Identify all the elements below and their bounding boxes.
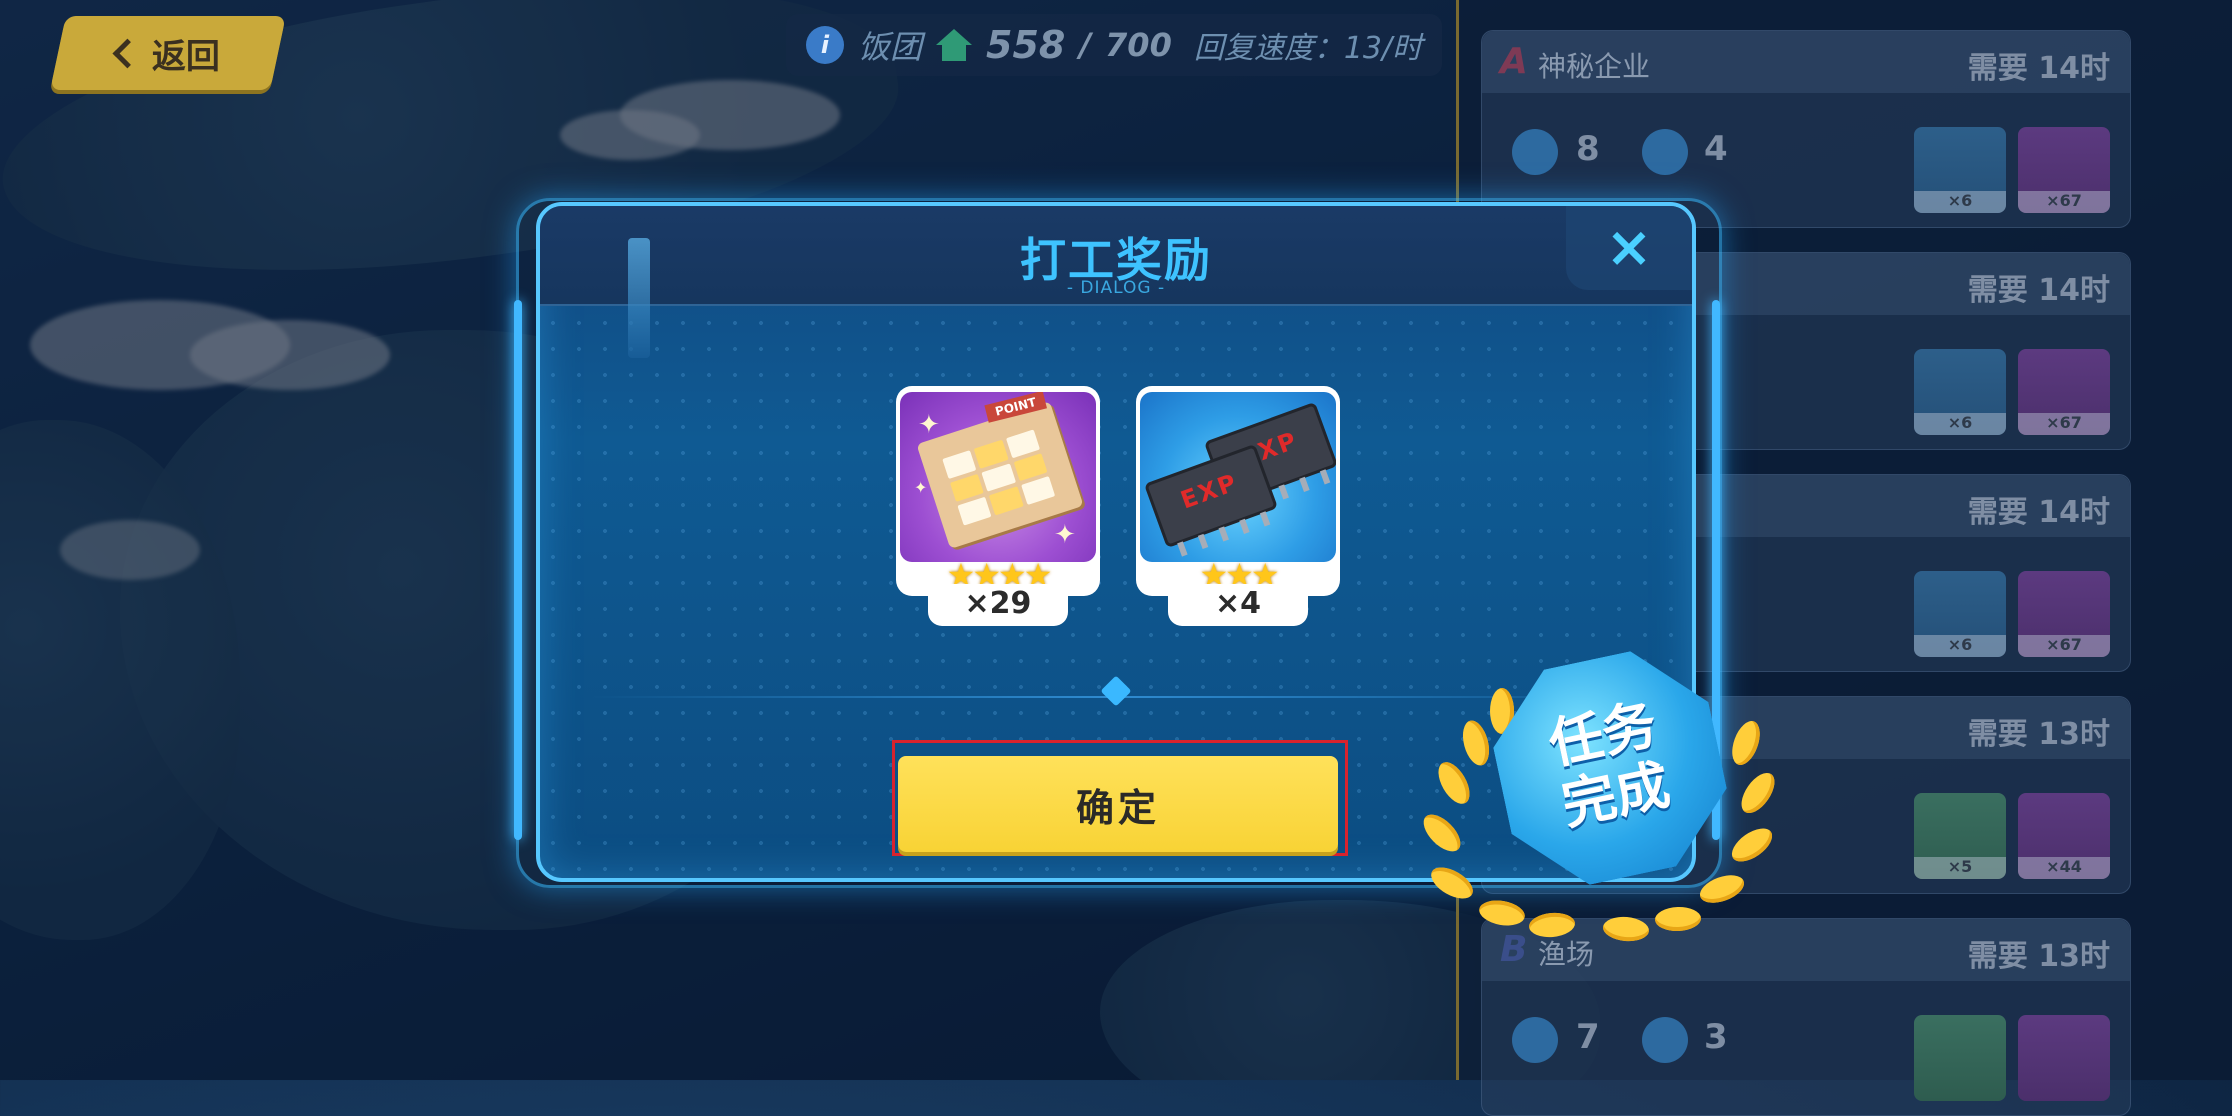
running-icon [1512, 1017, 1558, 1063]
task-stat-value: 8 [1576, 129, 1600, 169]
stamina-separator: / [1079, 26, 1092, 64]
mission-complete-badge: 任务 完成 [1480, 638, 1741, 899]
reward-thumb: ×67 [2018, 127, 2110, 213]
reward-thumb: ×6 [1914, 349, 2006, 435]
task-rank: B [1500, 929, 1528, 970]
task-time: 需要 13时 [1967, 939, 2110, 974]
task-stat-value: 3 [1704, 1017, 1728, 1057]
info-icon[interactable]: i [806, 26, 844, 64]
task-time: 需要 14时 [1967, 51, 2110, 86]
divider-star-icon [1100, 675, 1132, 707]
point-card-icon: POINT ✦ ✦ ✦ [900, 392, 1096, 562]
reward-count: ×4 [1168, 584, 1308, 626]
graduation-cap-icon [1642, 1017, 1688, 1063]
stamina-max: 700 [1105, 26, 1172, 64]
resource-bar: i 饭团 558 / 700 回复速度：13/时 [786, 14, 1442, 76]
reward-item-point-card[interactable]: POINT ✦ ✦ ✦ ★★★★ ×29 [896, 386, 1100, 626]
stamina-current: 558 [986, 23, 1066, 67]
reward-thumb: ×67 [2018, 349, 2110, 435]
reward-thumb: ×6 [1914, 571, 2006, 657]
task-complete-stamp: 任务 完成 [1417, 638, 1782, 943]
task-time: 需要 14时 [1967, 273, 2110, 308]
reward-thumb: ×44 [2018, 793, 2110, 879]
task-stat-value: 4 [1704, 129, 1728, 169]
reward-thumb: ×5 [1914, 793, 2006, 879]
close-button[interactable]: × [1566, 206, 1692, 290]
dialog-rail-left [514, 300, 522, 840]
task-time: 需要 14时 [1967, 495, 2110, 530]
reward-thumb: ×67 [2018, 571, 2110, 657]
task-card[interactable]: B 渔场 需要 13时 7 3 [1481, 918, 2131, 1116]
close-icon: × [1605, 215, 1653, 280]
reward-thumb [1914, 1015, 2006, 1101]
recovery-rate: 回复速度：13/时 [1193, 31, 1423, 66]
task-time: 需要 13时 [1967, 717, 2110, 752]
faction-name: 饭团 [858, 28, 923, 66]
exp-chip-icon: EXP EXP [1140, 392, 1336, 562]
back-button[interactable]: 返回 [50, 16, 286, 90]
reward-count: ×29 [928, 584, 1068, 626]
reward-thumb: ×6 [1914, 127, 2006, 213]
back-label: 返回 [151, 36, 220, 77]
task-name: 渔场 [1538, 938, 1595, 971]
dorm-icon [936, 29, 973, 61]
chevron-left-icon [112, 38, 142, 68]
task-stat-value: 7 [1576, 1017, 1600, 1057]
task-name: 神秘企业 [1538, 50, 1651, 83]
reward-thumb [2018, 1015, 2110, 1101]
mask-icon [1642, 129, 1688, 175]
dialog-subtitle: - DIALOG - [1066, 278, 1166, 298]
confirm-button[interactable]: 确定 [898, 756, 1338, 852]
graduation-cap-icon [1512, 129, 1558, 175]
reward-item-exp-chip[interactable]: EXP EXP ★★★ ×4 [1136, 386, 1340, 626]
dialog-header: 打工奖励 - DIALOG - × [540, 206, 1692, 358]
task-rank: A [1500, 41, 1528, 82]
